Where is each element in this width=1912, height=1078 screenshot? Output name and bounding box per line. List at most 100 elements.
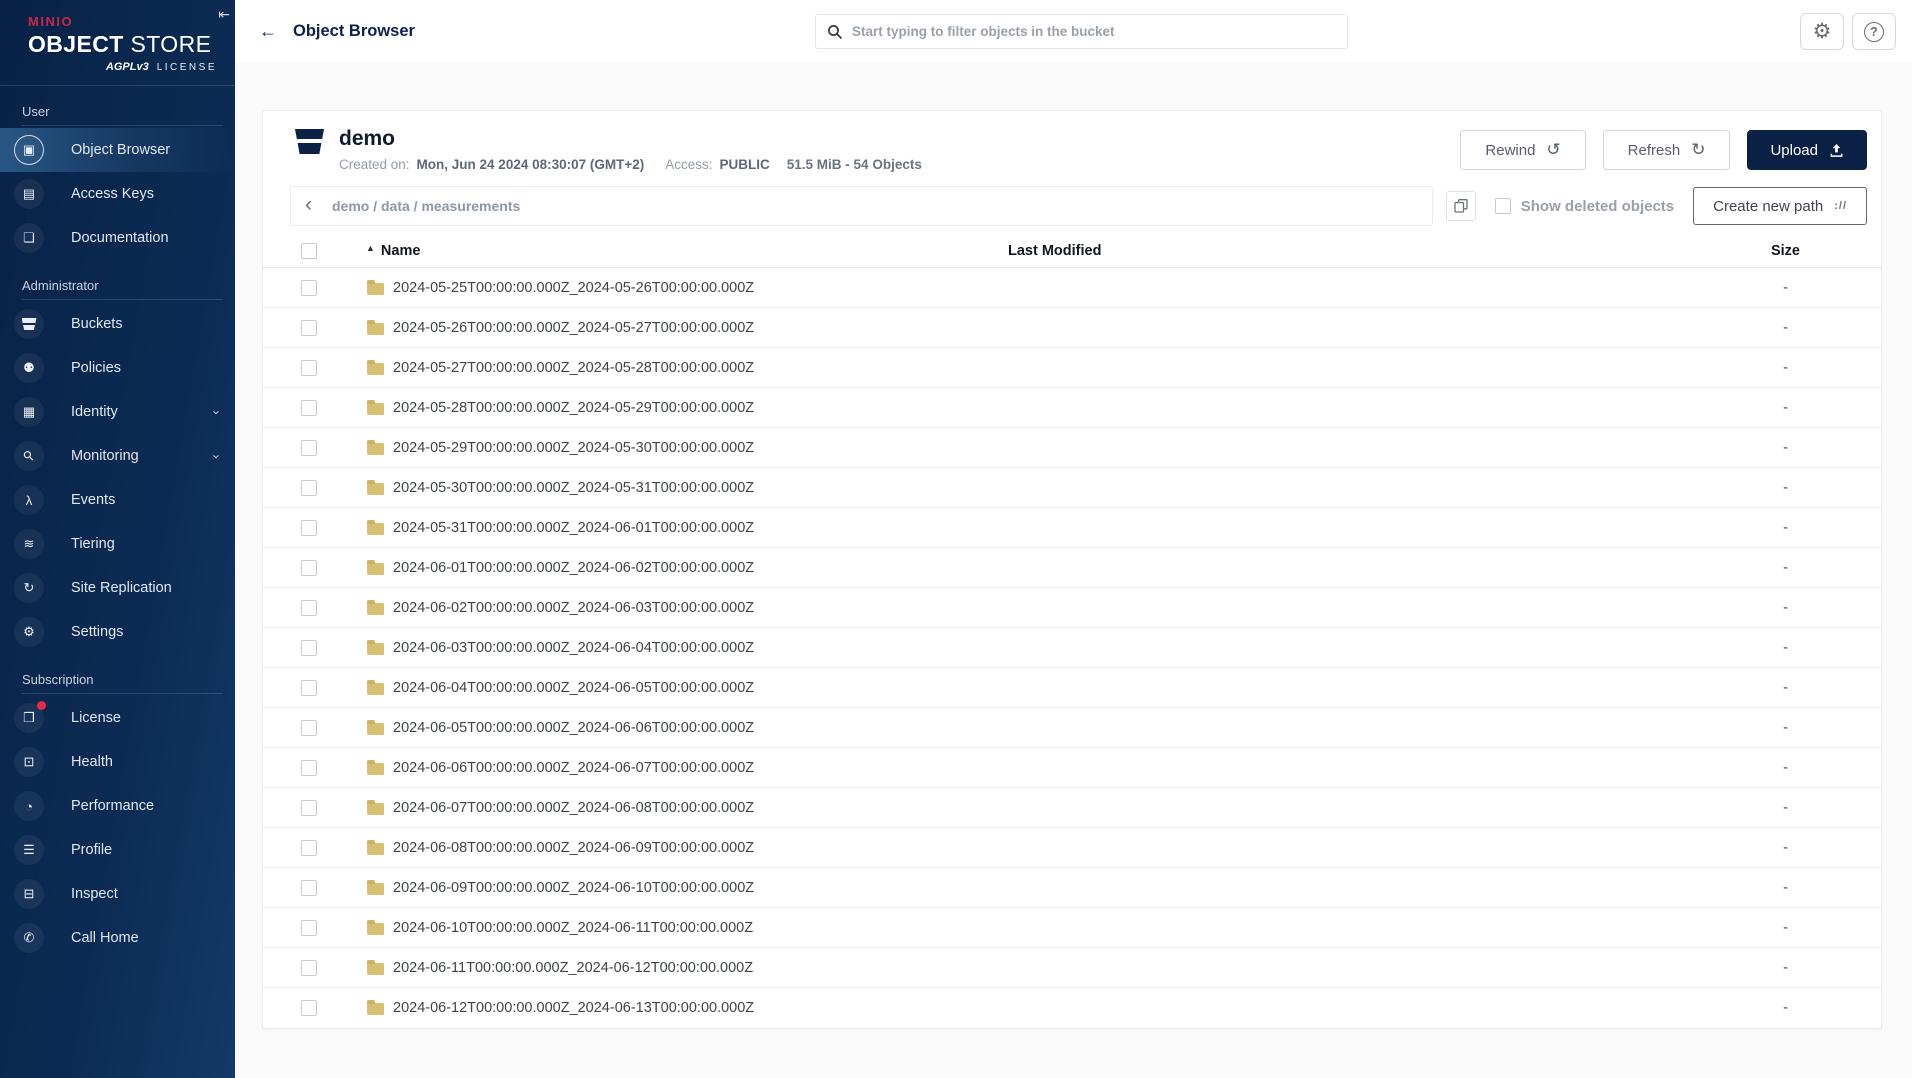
table-row: 2024-06-02T00:00:00.000Z_2024-06-03T00:0… xyxy=(263,588,1881,629)
folder-icon xyxy=(367,679,384,695)
search-input[interactable] xyxy=(852,24,1336,39)
table-row: 2024-05-26T00:00:00.000Z_2024-05-27T00:0… xyxy=(263,308,1881,349)
call-home-icon: ✆ xyxy=(14,923,44,953)
row-checkbox[interactable] xyxy=(301,479,317,496)
access-value[interactable]: PUBLIC xyxy=(720,157,770,172)
folder-icon xyxy=(367,439,384,455)
row-checkbox-cell xyxy=(263,719,355,736)
created-on-value: Mon, Jun 24 2024 08:30:07 (GMT+2) xyxy=(416,157,645,173)
back-arrow-icon[interactable]: ← xyxy=(259,21,277,42)
access-keys-icon: ▤ xyxy=(14,179,44,209)
sidebar-item-access-keys[interactable]: ▤ Access Keys xyxy=(0,172,235,216)
object-size: - xyxy=(1783,359,1788,376)
table-body: 2024-05-25T00:00:00.000Z_2024-05-26T00:0… xyxy=(263,268,1881,1028)
column-header-size[interactable]: Size xyxy=(1688,243,1883,259)
object-name-cell[interactable]: 2024-06-07T00:00:00.000Z_2024-06-08T00:0… xyxy=(355,799,1008,816)
sidebar-item-identity[interactable]: ▦ Identity ‹ xyxy=(0,390,235,434)
object-name-cell[interactable]: 2024-06-09T00:00:00.000Z_2024-06-10T00:0… xyxy=(355,879,1008,896)
tiering-icon-glyph: ≋ xyxy=(23,536,35,551)
sidebar-item-monitoring[interactable]: ⚲ Monitoring ‹ xyxy=(0,434,235,478)
object-name-cell[interactable]: 2024-05-28T00:00:00.000Z_2024-05-29T00:0… xyxy=(355,399,1008,416)
sidebar-item-profile[interactable]: ☰ Profile xyxy=(0,828,235,872)
row-checkbox[interactable] xyxy=(301,559,317,576)
row-checkbox[interactable] xyxy=(301,679,317,696)
sidebar-item-tiering[interactable]: ≋ Tiering xyxy=(0,522,235,566)
object-size: - xyxy=(1783,839,1788,856)
sidebar-item-documentation[interactable]: ❏ Documentation xyxy=(0,216,235,260)
object-size: - xyxy=(1783,959,1788,976)
breadcrumb-back-icon[interactable]: ‹ xyxy=(301,194,316,218)
upload-button[interactable]: Upload xyxy=(1747,130,1867,170)
row-checkbox[interactable] xyxy=(301,439,317,456)
row-checkbox[interactable] xyxy=(301,519,317,536)
help-button[interactable]: ? xyxy=(1852,13,1896,50)
row-checkbox[interactable] xyxy=(301,1000,317,1017)
copy-path-button[interactable] xyxy=(1445,191,1476,222)
sidebar-item-call-home[interactable]: ✆ Call Home xyxy=(0,916,235,960)
sidebar-item-site-replication[interactable]: ↻ Site Replication xyxy=(0,566,235,610)
object-name-cell[interactable]: 2024-06-03T00:00:00.000Z_2024-06-04T00:0… xyxy=(355,639,1008,656)
row-checkbox[interactable] xyxy=(301,719,317,736)
object-name-cell[interactable]: 2024-06-08T00:00:00.000Z_2024-06-09T00:0… xyxy=(355,839,1008,856)
breadcrumb[interactable]: demo / data / measurements xyxy=(332,198,520,214)
object-name: 2024-06-04T00:00:00.000Z_2024-06-05T00:0… xyxy=(393,679,755,696)
object-name-cell[interactable]: 2024-05-31T00:00:00.000Z_2024-06-01T00:0… xyxy=(355,519,1008,536)
sidebar-item-performance[interactable]: ◔ Performance xyxy=(0,784,235,828)
row-checkbox[interactable] xyxy=(301,359,317,376)
object-name-cell[interactable]: 2024-06-02T00:00:00.000Z_2024-06-03T00:0… xyxy=(355,599,1008,616)
object-name-cell[interactable]: 2024-06-12T00:00:00.000Z_2024-06-13T00:0… xyxy=(355,1000,1008,1016)
select-all-checkbox[interactable] xyxy=(301,242,317,259)
object-size: - xyxy=(1783,719,1788,736)
folder-icon xyxy=(367,1000,384,1016)
settings-button[interactable]: ⚙ xyxy=(1800,13,1844,50)
row-checkbox[interactable] xyxy=(301,599,317,616)
object-name-cell[interactable]: 2024-05-26T00:00:00.000Z_2024-05-27T00:0… xyxy=(355,319,1008,336)
create-new-path-button[interactable]: Create new path :// xyxy=(1693,187,1867,226)
refresh-button[interactable]: Refresh ↻ xyxy=(1602,130,1731,170)
sidebar-item-inspect[interactable]: ⊟ Inspect xyxy=(0,872,235,916)
folder-icon xyxy=(367,319,384,335)
collapse-sidebar-icon[interactable]: ⇤ xyxy=(218,7,230,21)
row-checkbox[interactable] xyxy=(301,279,317,296)
row-checkbox[interactable] xyxy=(301,919,317,936)
bucket-usage: 51.5 MiB - 54 Objects xyxy=(786,157,922,173)
sidebar-item-health[interactable]: ⊡ Health xyxy=(0,740,235,784)
row-checkbox-cell xyxy=(263,599,355,616)
object-name-cell[interactable]: 2024-05-29T00:00:00.000Z_2024-05-30T00:0… xyxy=(355,439,1008,456)
sidebar-item-events[interactable]: λ Events xyxy=(0,478,235,522)
sidebar-item-policies[interactable]: ⚉ Policies xyxy=(0,346,235,390)
object-name-cell[interactable]: 2024-06-01T00:00:00.000Z_2024-06-02T00:0… xyxy=(355,559,1008,576)
row-checkbox[interactable] xyxy=(301,879,317,896)
show-deleted-label[interactable]: Show deleted objects xyxy=(1521,198,1674,215)
folder-icon xyxy=(367,479,384,495)
object-size: - xyxy=(1783,479,1788,496)
object-name-cell[interactable]: 2024-05-25T00:00:00.000Z_2024-05-26T00:0… xyxy=(355,279,1008,296)
object-name-cell[interactable]: 2024-06-06T00:00:00.000Z_2024-06-07T00:0… xyxy=(355,759,1008,776)
object-name-cell[interactable]: 2024-06-11T00:00:00.000Z_2024-06-12T00:0… xyxy=(355,959,1008,976)
sidebar-item-label: Object Browser xyxy=(71,142,171,158)
column-header-name[interactable]: ▲ Name xyxy=(355,243,1008,259)
row-checkbox[interactable] xyxy=(301,399,317,416)
sidebar-item-object-browser[interactable]: ▣ Object Browser xyxy=(0,128,235,172)
object-name-cell[interactable]: 2024-06-05T00:00:00.000Z_2024-06-06T00:0… xyxy=(355,719,1008,736)
show-deleted-checkbox[interactable] xyxy=(1494,198,1511,215)
sidebar-item-label: License xyxy=(71,710,121,726)
row-checkbox[interactable] xyxy=(301,959,317,976)
object-name-cell[interactable]: 2024-06-10T00:00:00.000Z_2024-06-11T00:0… xyxy=(355,919,1008,936)
rewind-button[interactable]: Rewind ↺ xyxy=(1460,130,1586,170)
row-checkbox[interactable] xyxy=(301,839,317,856)
row-checkbox-cell xyxy=(263,679,355,696)
sidebar-item-settings[interactable]: ⚙ Settings xyxy=(0,610,235,654)
table-row: 2024-06-08T00:00:00.000Z_2024-06-09T00:0… xyxy=(263,828,1881,869)
search-box xyxy=(815,14,1348,49)
object-name-cell[interactable]: 2024-06-04T00:00:00.000Z_2024-06-05T00:0… xyxy=(355,679,1008,696)
column-header-last-modified[interactable]: Last Modified xyxy=(1008,243,1688,259)
object-name-cell[interactable]: 2024-05-30T00:00:00.000Z_2024-05-31T00:0… xyxy=(355,479,1008,496)
row-checkbox[interactable] xyxy=(301,759,317,776)
object-name-cell[interactable]: 2024-05-27T00:00:00.000Z_2024-05-28T00:0… xyxy=(355,359,1008,376)
row-checkbox[interactable] xyxy=(301,799,317,816)
row-checkbox[interactable] xyxy=(301,639,317,656)
sidebar-item-license[interactable]: ❒ License xyxy=(0,696,235,740)
row-checkbox[interactable] xyxy=(301,319,317,336)
sidebar-item-buckets[interactable]: Buckets xyxy=(0,302,235,346)
